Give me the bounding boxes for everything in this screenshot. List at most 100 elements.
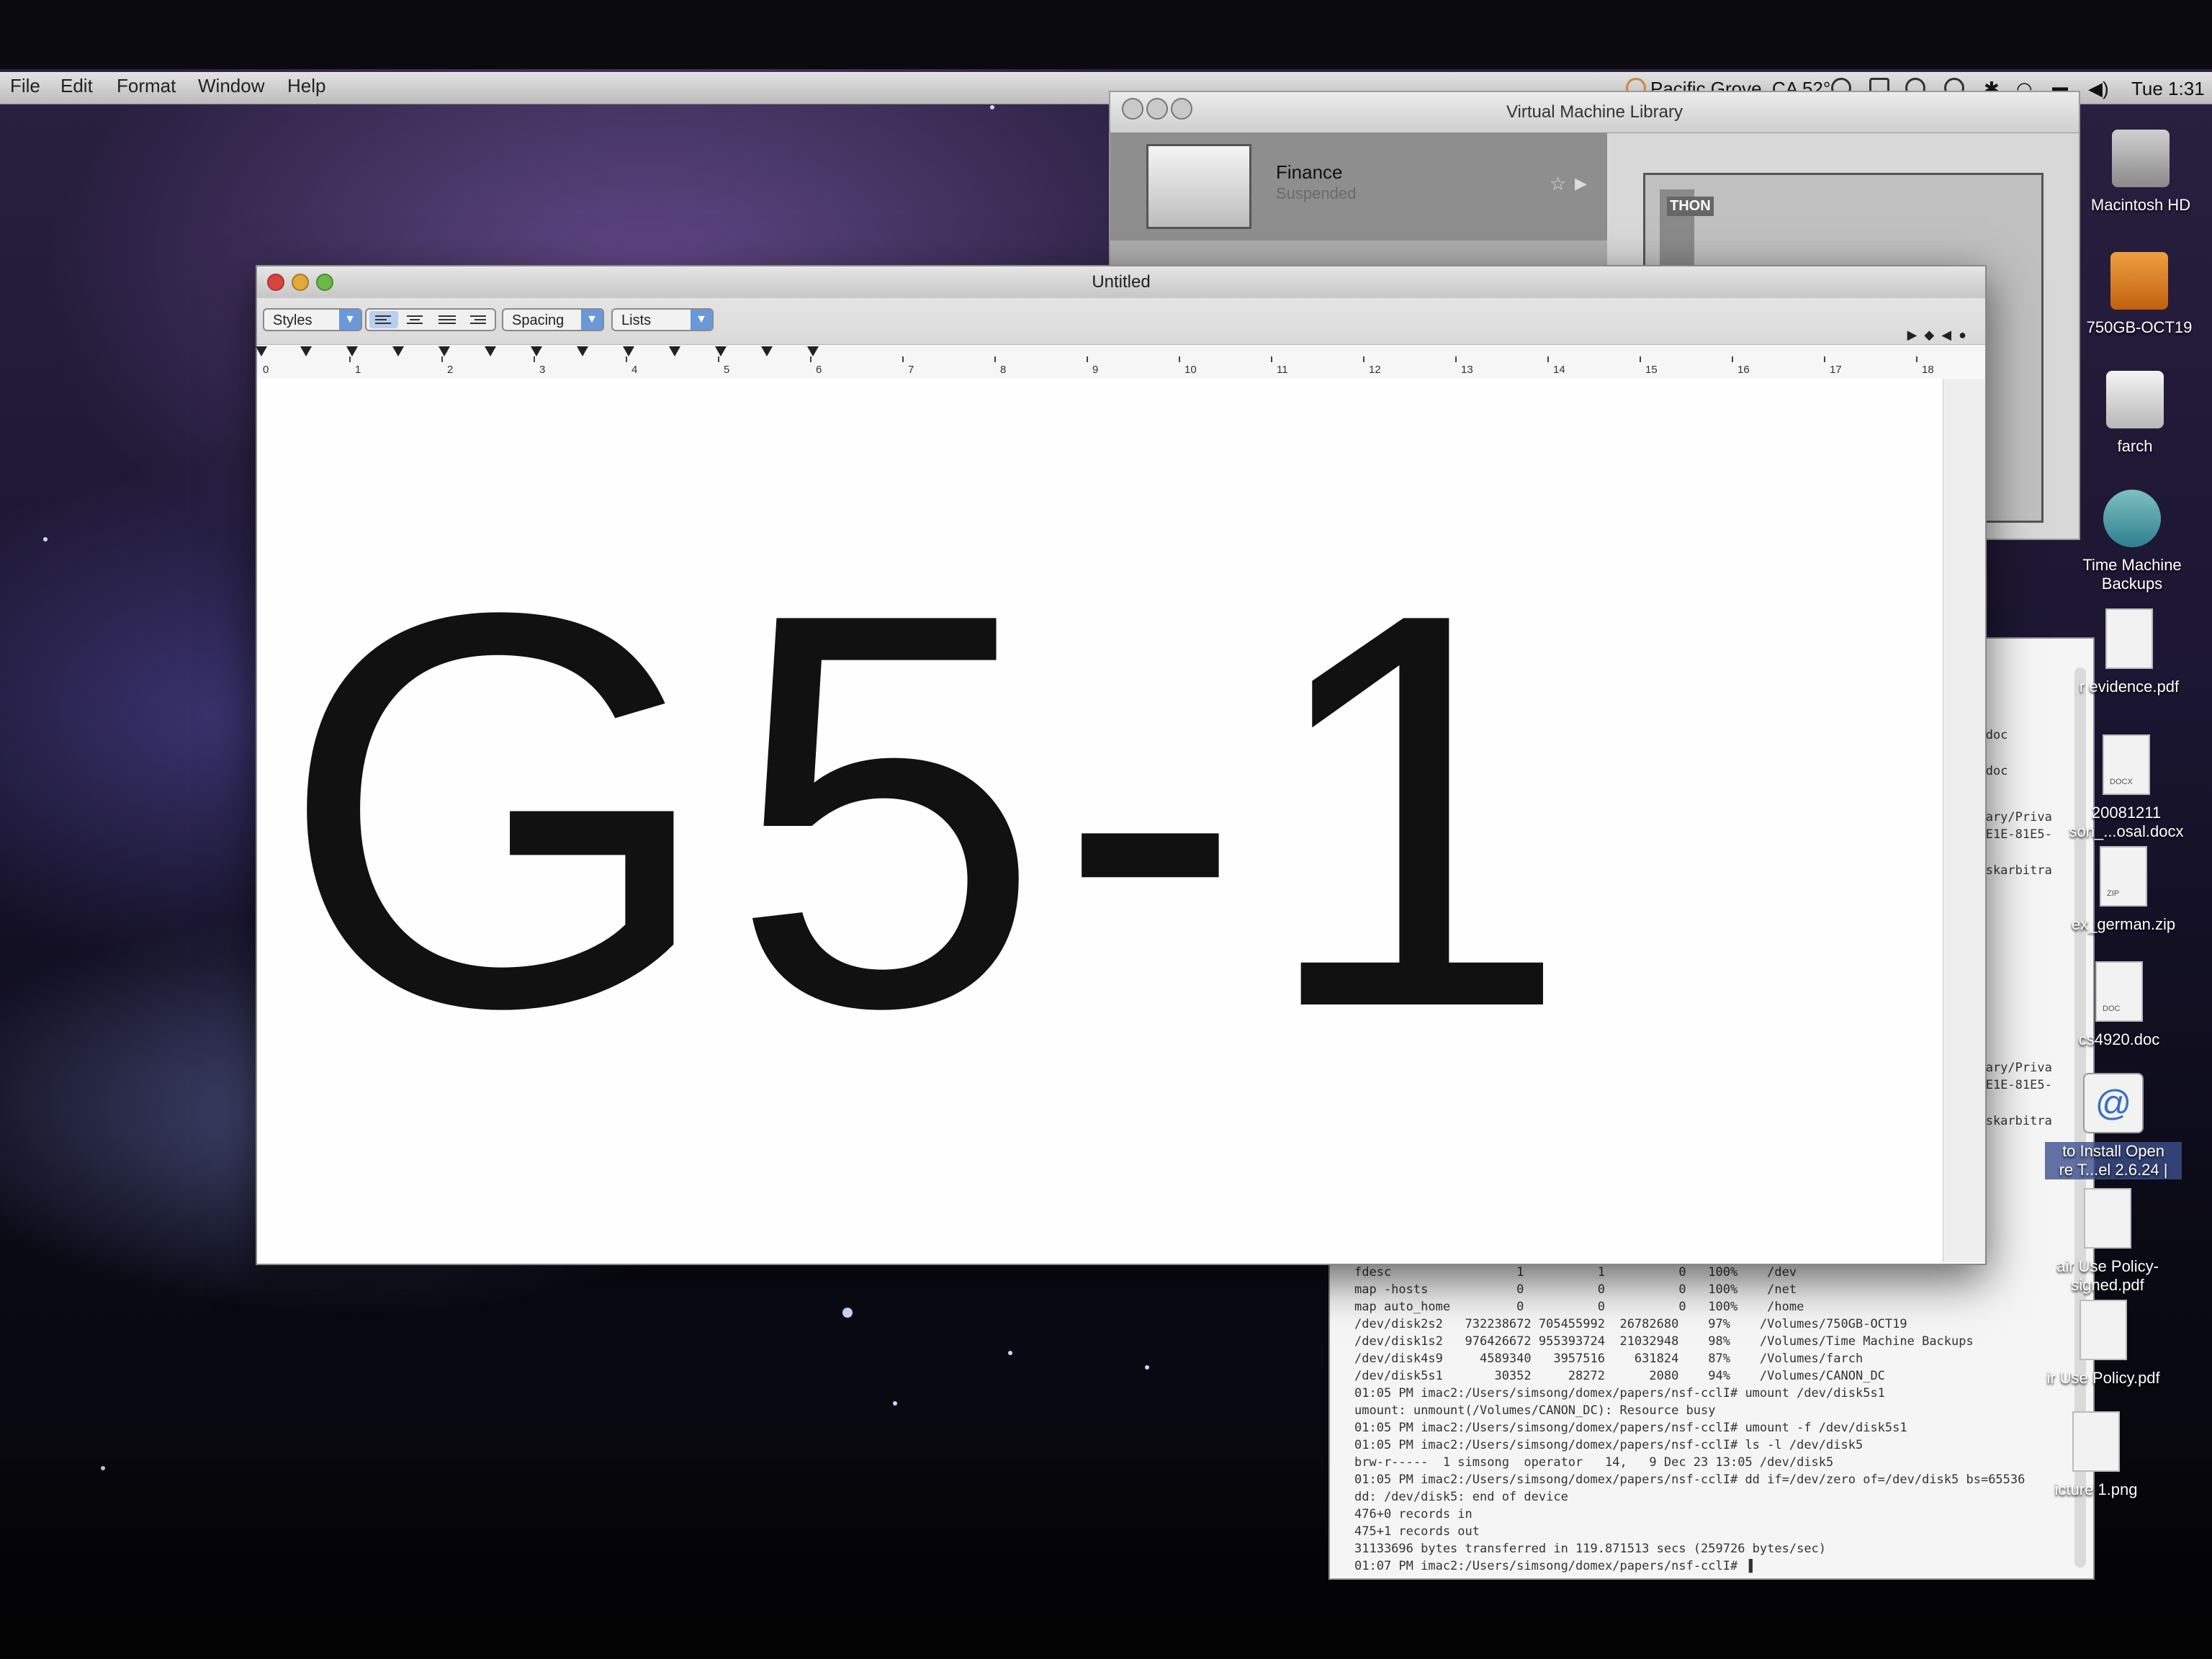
vm-name: Finance bbox=[1276, 161, 1343, 183]
ruler-number: 12 bbox=[1369, 364, 1381, 376]
firewire-drive-icon bbox=[2110, 252, 2168, 310]
ruler-tab-controls[interactable]: ▶◆◀● bbox=[1907, 328, 1974, 343]
star bbox=[990, 105, 994, 109]
terminal-line: 01:05 PM imac2:/Users/simsong/domex/pape… bbox=[1354, 1473, 2026, 1487]
star bbox=[43, 537, 48, 541]
vm-library-titlebar[interactable]: Virtual Machine Library bbox=[1110, 92, 2079, 133]
desktop-icon-farch[interactable]: farch bbox=[2067, 371, 2203, 456]
desktop-icon-evidence-pdf[interactable]: r evidence.pdf bbox=[2061, 608, 2198, 696]
tab-stop[interactable] bbox=[392, 346, 404, 356]
star bbox=[1145, 1365, 1149, 1370]
terminal-line: /dev/disk1s2 976426672 955393724 2103294… bbox=[1354, 1334, 1974, 1349]
alignment-segmented-control bbox=[365, 308, 496, 331]
terminal-line: 01:05 PM imac2:/Users/simsong/domex/pape… bbox=[1354, 1421, 1907, 1435]
desktop-icon-fair-use[interactable]: ir Use Policy.pdf bbox=[2035, 1300, 2172, 1388]
ruler-tick bbox=[718, 356, 719, 362]
menu-format[interactable]: Format bbox=[117, 75, 176, 97]
menu-edit[interactable]: Edit bbox=[60, 75, 93, 97]
ruler-tick bbox=[534, 356, 535, 362]
tab-stop[interactable] bbox=[577, 346, 588, 356]
ruler-number: 2 bbox=[447, 364, 454, 376]
document-scrollbar[interactable] bbox=[1943, 379, 1985, 1262]
menu-clock[interactable]: Tue 1:31 bbox=[2131, 78, 2205, 100]
pdf-document-icon bbox=[2080, 1300, 2127, 1360]
desktop-icon-picture[interactable]: icture 1.png bbox=[2028, 1411, 2164, 1499]
ruler-tick bbox=[1271, 356, 1272, 362]
volume-icon[interactable]: ◀) bbox=[2088, 78, 2109, 100]
desktop-icon-label: ex_german.zip bbox=[2071, 915, 2176, 933]
desktop-icon-label: Time Machine bbox=[2082, 556, 2182, 574]
align-center-button[interactable] bbox=[401, 311, 430, 328]
star-icon[interactable]: ☆ bbox=[1550, 173, 1566, 195]
document-window: Untitled Styles ▼ Spacing ▼ Lists ▼ ▶◆◀●… bbox=[256, 265, 1987, 1265]
external-drive-icon bbox=[2106, 371, 2164, 428]
desktop-icon-time-machine[interactable]: Time Machine Backups bbox=[2064, 490, 2200, 593]
align-left-button[interactable] bbox=[369, 311, 398, 328]
vm-thumbnail bbox=[1146, 144, 1251, 229]
menu-help[interactable]: Help bbox=[287, 75, 325, 97]
lists-popup[interactable]: Lists ▼ bbox=[611, 308, 714, 331]
document-titlebar[interactable]: Untitled bbox=[257, 266, 1985, 299]
ruler-number: 18 bbox=[1922, 364, 1934, 376]
ruler[interactable]: ▶◆◀● 0 1 2 3 4 5 6 7 8 9 10 11 12 13 14 … bbox=[256, 328, 1985, 378]
tab-stop[interactable] bbox=[761, 346, 773, 356]
ruler-tick bbox=[1824, 356, 1825, 362]
ruler-number: 10 bbox=[1184, 364, 1197, 376]
tab-stop[interactable] bbox=[300, 346, 312, 356]
ruler-tick bbox=[1363, 356, 1364, 362]
chevron-down-icon: ▼ bbox=[581, 310, 603, 330]
menu-window[interactable]: Window bbox=[198, 75, 264, 97]
align-justify-button[interactable] bbox=[433, 311, 462, 328]
hard-drive-icon bbox=[2112, 130, 2170, 187]
star bbox=[842, 1308, 853, 1318]
tab-stop[interactable] bbox=[485, 346, 496, 356]
terminal-prompt[interactable]: 01:07 PM imac2:/Users/simsong/domex/pape… bbox=[1354, 1559, 2025, 1576]
desktop-icon-webloc[interactable]: @ to Install Open re T...el 2.6.24 | bbox=[2045, 1073, 2182, 1179]
desktop-icon-label: Backups bbox=[2101, 575, 2163, 593]
desktop-icon-label: 750GB-OCT19 bbox=[2086, 318, 2193, 336]
ruler-number: 15 bbox=[1645, 364, 1658, 376]
document-text-area[interactable]: G5-1 bbox=[257, 379, 1942, 1262]
ruler-number: 11 bbox=[1277, 364, 1288, 376]
play-icon[interactable]: ▶ bbox=[1575, 174, 1587, 193]
terminal-line: 476+0 records in bbox=[1354, 1507, 1473, 1521]
tab-stop[interactable] bbox=[623, 346, 634, 356]
vm-library-title: Virtual Machine Library bbox=[1506, 102, 1683, 122]
ruler-tick bbox=[1547, 356, 1549, 362]
desktop-icon-750gb[interactable]: 750GB-OCT19 bbox=[2071, 252, 2208, 337]
menu-file[interactable]: File bbox=[10, 75, 40, 97]
left-indent-marker[interactable] bbox=[256, 346, 267, 356]
chevron-down-icon: ▼ bbox=[339, 310, 361, 330]
tab-stop[interactable] bbox=[669, 346, 680, 356]
ruler-number: 8 bbox=[1000, 364, 1007, 376]
desktop-icon-label: ir Use Policy.pdf bbox=[2046, 1369, 2160, 1387]
desktop-icon-macintosh-hd[interactable]: Macintosh HD bbox=[2072, 130, 2209, 215]
desktop-icon-zip[interactable]: ZIP ex_german.zip bbox=[2055, 846, 2192, 934]
desktop-icon-fair-use-signed[interactable]: air Use Policy- signed.pdf bbox=[2039, 1188, 2176, 1295]
tab-stop[interactable] bbox=[439, 346, 450, 356]
png-image-icon bbox=[2072, 1411, 2120, 1472]
tab-stop[interactable] bbox=[531, 346, 542, 356]
pdf-document-icon bbox=[2084, 1188, 2131, 1249]
align-right-button[interactable] bbox=[464, 311, 493, 328]
format-bar: Styles ▼ Spacing ▼ Lists ▼ ▶◆◀● 0 1 2 3 … bbox=[256, 298, 1985, 378]
terminal-line: 01:05 PM imac2:/Users/simsong/domex/pape… bbox=[1354, 1386, 1885, 1401]
vm-list-item[interactable]: Finance Suspended ☆ ▶ bbox=[1110, 132, 1607, 240]
vm-preview-label: THON bbox=[1667, 197, 1714, 216]
ruler-number: 5 bbox=[724, 364, 730, 376]
tab-stop[interactable] bbox=[346, 346, 358, 356]
ruler-number: 13 bbox=[1461, 364, 1473, 376]
tab-stop[interactable] bbox=[807, 346, 819, 356]
ruler-tick bbox=[1732, 356, 1733, 362]
lists-popup-label: Lists bbox=[621, 313, 652, 328]
tab-stop[interactable] bbox=[715, 346, 727, 356]
desktop-icon-label: r evidence.pdf bbox=[2079, 678, 2180, 696]
ruler-number: 9 bbox=[1092, 364, 1099, 376]
spacing-popup[interactable]: Spacing ▼ bbox=[502, 308, 604, 331]
ruler-tick bbox=[810, 356, 811, 362]
doc-document-icon: DOC bbox=[2095, 961, 2143, 1022]
ruler-number: 4 bbox=[631, 364, 638, 376]
desktop-icon-docx[interactable]: DOCX 20081211 son_...osal.docx bbox=[2058, 734, 2195, 841]
desktop-icon-cs4920[interactable]: DOC cs4920.doc bbox=[2051, 961, 2188, 1049]
styles-popup[interactable]: Styles ▼ bbox=[263, 308, 362, 331]
